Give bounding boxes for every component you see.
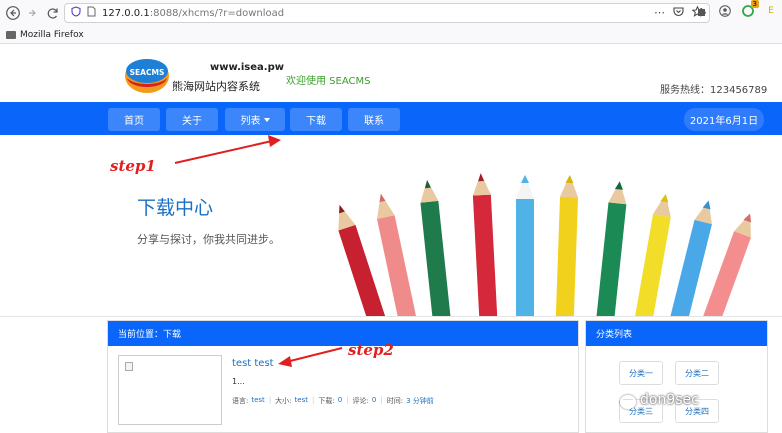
nav-about[interactable]: 关于 [166, 108, 218, 131]
nav-list[interactable]: 列表 [225, 108, 285, 131]
back-icon[interactable] [4, 4, 22, 22]
category-panel-title: 分类列表 [586, 321, 767, 346]
category-panel: 分类列表 分类一 分类二 分类三 分类四 [585, 320, 768, 433]
extension-badge: 3 [750, 0, 759, 8]
date-badge: 2021年6月1日 [684, 108, 764, 131]
meta-separator: | [311, 396, 315, 404]
hero-title: 下载中心 [137, 197, 214, 219]
extension-icon[interactable]: 3 [741, 0, 759, 18]
meta-lang-value[interactable]: test [251, 396, 264, 406]
step2-arrow [278, 347, 343, 367]
seacms-logo[interactable]: SEACMS [124, 56, 170, 94]
site-header: SEACMS www.isea.pw 熊海网站内容系统 欢迎使用 SEACMS … [0, 44, 782, 102]
step2-label: step2 [348, 341, 394, 359]
meta-separator: | [268, 396, 272, 404]
watermark-text: don9sec [640, 392, 699, 408]
category-2[interactable]: 分类二 [675, 361, 719, 385]
bookmarks-bar: Mozilla Firefox [0, 26, 782, 44]
broken-image-icon [125, 362, 133, 371]
meta-time-label: 时间: [386, 397, 404, 405]
pocket-icon[interactable] [673, 6, 684, 20]
wechat-icon [620, 395, 636, 409]
meta-downloads-value: 0 [337, 396, 343, 404]
bookmark-mozilla-firefox[interactable]: Mozilla Firefox [20, 30, 84, 40]
extension-puzzle-icon[interactable] [695, 4, 709, 18]
meta-separator: | [380, 396, 383, 404]
meta-time-value: 3 分钟前 [406, 397, 434, 405]
item-description: 1... [232, 377, 245, 386]
nav-download[interactable]: 下载 [290, 108, 342, 131]
caret-down-icon [263, 117, 270, 122]
meta-lang-label: 语言: [232, 397, 249, 405]
meta-separator: | [346, 396, 349, 404]
step1-label: step1 [110, 157, 156, 175]
meta-size-label: 大小: [275, 397, 292, 405]
meta-downloads-label: 下载: [318, 397, 335, 405]
download-list-panel: 当前位置：下载 test test 1... 语言: test | 大小: test… [107, 320, 579, 433]
hero-banner: 下载中心 分享与探讨，你我共同进步。 step1 [0, 135, 782, 316]
site-url: www.isea.pw [210, 62, 284, 73]
nav-home[interactable]: 首页 [108, 108, 160, 131]
meta-comments-value: 0 [371, 396, 377, 404]
meta-comments-label: 评论: [352, 397, 369, 405]
forward-icon[interactable] [24, 4, 42, 22]
url-bar[interactable]: 127.0.0.1:8088/xhcms/?r=download ⋯ [64, 3, 710, 23]
welcome-text: 欢迎使用 SEACMS [286, 76, 371, 87]
account-icon[interactable] [718, 4, 732, 18]
url-text[interactable]: 127.0.0.1:8088/xhcms/?r=download [102, 8, 284, 19]
item-title-link[interactable]: test test [232, 358, 274, 369]
section-divider [0, 316, 782, 317]
menu-icon[interactable]: E [764, 4, 778, 18]
nav-list-label: 列表 [240, 116, 261, 127]
hotline-text: 服务热线：123456789 [660, 85, 768, 96]
item-meta: 语言: test | 大小: test | 下载: 0 | 评论: 0 | 时间: 3 分… [232, 396, 434, 406]
page-icon [87, 6, 96, 20]
more-icon[interactable]: ⋯ [654, 6, 665, 20]
browser-toolbar: 127.0.0.1:8088/xhcms/?r=download ⋯ 3 E [0, 0, 782, 26]
item-thumbnail[interactable] [118, 355, 222, 425]
category-1[interactable]: 分类一 [619, 361, 663, 385]
folder-icon [6, 30, 16, 39]
step1-arrow [174, 140, 273, 164]
site-name: 熊海网站内容系统 [172, 80, 260, 93]
shield-icon[interactable] [71, 6, 81, 20]
nav-contact[interactable]: 联系 [348, 108, 400, 131]
hero-subtitle: 分享与探讨，你我共同进步。 [137, 233, 280, 246]
meta-size-value[interactable]: test [295, 396, 308, 406]
main-navbar: 首页 关于 列表 下载 联系 2021年6月1日 [0, 102, 782, 135]
logo-text: SEACMS [130, 68, 165, 77]
reload-icon[interactable] [44, 4, 62, 22]
